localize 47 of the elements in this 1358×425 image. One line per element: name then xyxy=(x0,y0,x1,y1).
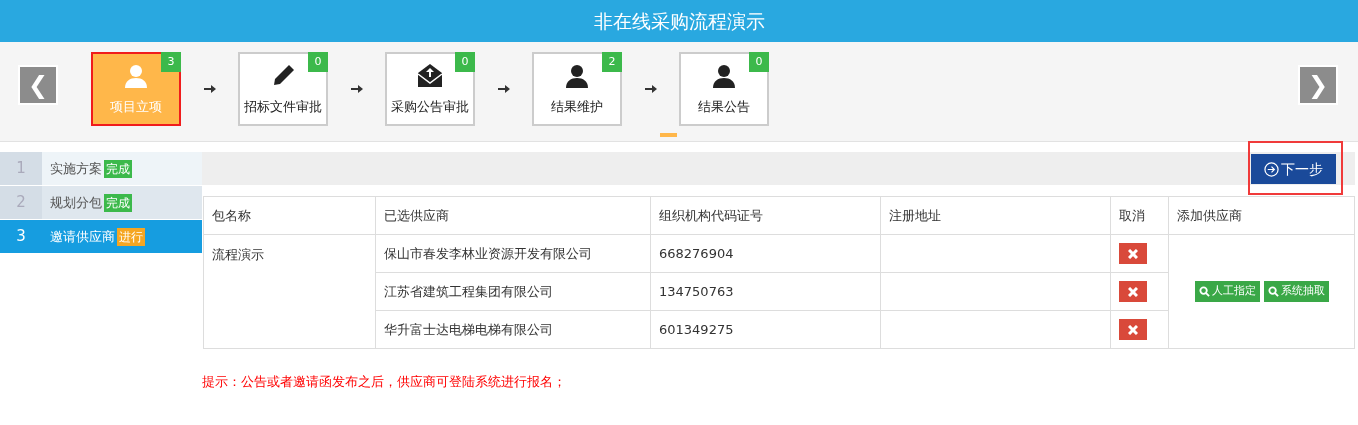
table-cell: 华升富士达电梯电梯有限公司 xyxy=(375,310,651,349)
count-badge: 0 xyxy=(308,52,328,72)
column-header: 注册地址 xyxy=(880,196,1111,235)
status-badge: 完成 xyxy=(104,159,132,178)
close-icon xyxy=(1128,248,1138,259)
step-tile[interactable]: 采购公告审批 0 xyxy=(385,52,475,126)
close-icon xyxy=(1128,324,1138,335)
progress-indicator xyxy=(660,133,677,137)
table-cell: 保山市春发李林业资源开发有限公司 xyxy=(375,234,651,273)
table-cell: 流程演示 xyxy=(203,234,376,349)
close-icon xyxy=(1128,286,1138,297)
person-icon xyxy=(711,62,737,89)
arrow-icon xyxy=(350,84,363,94)
delete-button[interactable] xyxy=(1119,243,1147,264)
tip-text: 提示：公告或者邀请函发布之后，供应商可登陆系统进行报名； xyxy=(202,373,566,391)
table-cell: 668276904 xyxy=(650,234,881,273)
count-badge: 0 xyxy=(455,52,475,72)
person-icon xyxy=(564,62,590,89)
step-tile[interactable]: 结果维护 2 xyxy=(532,52,622,126)
arrow-icon xyxy=(203,84,216,94)
column-header: 添加供应商 xyxy=(1168,196,1355,235)
table-cell: 134750763 xyxy=(650,272,881,311)
search-icon xyxy=(1267,286,1279,297)
step-tile[interactable]: 招标文件审批 0 xyxy=(238,52,328,126)
search-icon xyxy=(1198,286,1210,297)
count-badge: 3 xyxy=(161,52,181,72)
column-header: 组织机构代码证号 xyxy=(650,196,881,235)
next-step-button[interactable]: 下一步 xyxy=(1251,154,1336,184)
previous-button[interactable]: ❮ xyxy=(18,65,58,105)
status-badge: 进行 xyxy=(117,227,145,246)
column-header: 取消 xyxy=(1110,196,1169,235)
arrow-icon xyxy=(497,84,510,94)
count-badge: 2 xyxy=(602,52,622,72)
page-title: 非在线采购流程演示 xyxy=(593,8,765,34)
column-header: 已选供应商 xyxy=(375,196,651,235)
arrow-icon xyxy=(644,84,657,94)
delete-button[interactable] xyxy=(1119,319,1147,340)
arrow-circle-icon xyxy=(1264,161,1279,177)
status-badge: 完成 xyxy=(104,193,132,212)
step-tile[interactable]: 结果公告 0 xyxy=(679,52,769,126)
next-nav-button[interactable]: ❯ xyxy=(1298,65,1338,105)
count-badge: 0 xyxy=(749,52,769,72)
delete-button[interactable] xyxy=(1119,281,1147,302)
table-cell: 601349275 xyxy=(650,310,881,349)
column-header: 包名称 xyxy=(203,196,376,235)
person-icon xyxy=(123,62,149,89)
table-cell: 江苏省建筑工程集团有限公司 xyxy=(375,272,651,311)
